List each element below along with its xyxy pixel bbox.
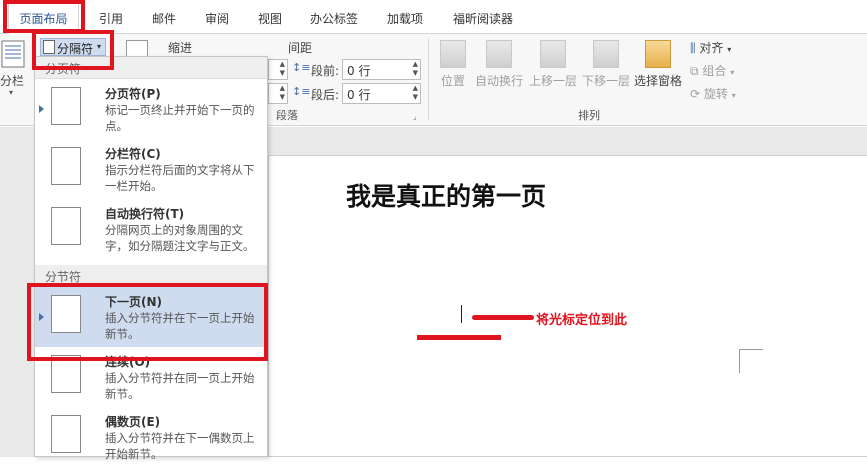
- menu-item-desc: 指示分栏符后面的文字将从下一栏开始。: [105, 163, 255, 193]
- tab-foxit-reader[interactable]: 福昕阅读器: [453, 10, 513, 27]
- text-wrapping-icon: [51, 207, 81, 245]
- breaks-dropdown: 分页符 分页符(P) 标记一页终止并开始下一页的点。 分栏符(C) 指示分栏符后…: [34, 56, 268, 461]
- menu-item-text-wrapping[interactable]: 自动换行符(T) 分隔网页上的对象周围的文字，如分隔题注文字与正文。: [35, 199, 267, 259]
- align-icon: ⫼: [690, 41, 696, 55]
- rotate-button[interactable]: ⟳ 旋转 ▾: [690, 85, 736, 102]
- spinner-arrows-icon[interactable]: ▲ ▼: [413, 84, 418, 102]
- spinner-arrows-icon[interactable]: ▲ ▼: [413, 60, 418, 78]
- menu-item-title: 自动换行符(T): [105, 207, 185, 221]
- arrange-group-label: 排列: [578, 109, 600, 122]
- bring-forward-label: 上移一层: [528, 74, 577, 88]
- selection-pane-label: 选择窗格: [633, 74, 682, 88]
- column-break-icon: [51, 147, 81, 185]
- selection-pane-icon: [645, 40, 671, 68]
- rotate-icon: ⟳: [690, 87, 701, 101]
- space-before-label: 段前:: [311, 64, 340, 78]
- text-cursor: [461, 305, 462, 323]
- columns-button[interactable]: 分栏 ▾: [0, 38, 28, 102]
- menu-item-column-break[interactable]: 分栏符(C) 指示分栏符后面的文字将从下一栏开始。: [35, 139, 267, 199]
- menu-item-desc: 标记一页终止并开始下一页的点。: [105, 103, 255, 133]
- send-backward-label: 下移一层: [581, 74, 630, 88]
- annotation-box-tab: [3, 0, 85, 33]
- position-label: 位置: [440, 74, 465, 88]
- tab-office-tab[interactable]: 办公标签: [310, 10, 358, 27]
- tab-references[interactable]: 引用: [99, 10, 123, 27]
- tab-addins[interactable]: 加载项: [387, 10, 423, 27]
- tab-mailings[interactable]: 邮件: [152, 10, 176, 27]
- selection-pane-button[interactable]: 选择窗格: [633, 40, 683, 89]
- columns-icon: [1, 40, 25, 68]
- selected-marker-icon: [39, 105, 44, 113]
- paragraph-group-label: 段落: [276, 109, 298, 122]
- tab-view[interactable]: 视图: [258, 10, 282, 27]
- space-after-field[interactable]: 0 行 ▲ ▼: [342, 83, 421, 104]
- menu-item-page-break[interactable]: 分页符(P) 标记一页终止并开始下一页的点。: [35, 79, 267, 139]
- annotation-text: 将光标定位到此: [536, 313, 628, 328]
- chevron-down-icon: ▾: [731, 91, 736, 100]
- annotation-arrow: [472, 315, 534, 320]
- menu-item-desc: 插入分节符并在下一偶数页上开始新节。: [105, 431, 255, 461]
- group-label: 组合: [702, 64, 727, 78]
- spacing-label: 间距: [288, 41, 313, 55]
- space-before-value: 0 行: [347, 64, 371, 78]
- indent-label: 缩进: [168, 41, 193, 55]
- chevron-down-icon: ▾: [9, 88, 14, 97]
- chevron-down-icon: ▾: [730, 68, 735, 77]
- menu-item-desc: 分隔网页上的对象周围的文字，如分隔题注文字与正文。: [105, 223, 255, 253]
- space-after-label: 段后:: [311, 88, 340, 102]
- ribbon-tab-bar: 页面布局 引用 邮件 审阅 视图 办公标签 加载项 福昕阅读器: [0, 0, 867, 35]
- tab-review[interactable]: 审阅: [205, 10, 229, 27]
- bring-forward-icon: [540, 40, 566, 68]
- space-before-field[interactable]: 0 行 ▲ ▼: [342, 59, 421, 80]
- space-after-icon: ↕≡: [292, 85, 311, 98]
- space-after-value: 0 行: [347, 88, 371, 102]
- annotation-box-breaks: [32, 30, 114, 70]
- rotate-label: 旋转: [703, 87, 728, 101]
- wrap-text-button[interactable]: 自动换行: [474, 40, 524, 89]
- group-icon: ⧉: [690, 64, 699, 78]
- wrap-text-icon: [486, 40, 512, 68]
- send-backward-icon: [593, 40, 619, 68]
- send-backward-button[interactable]: 下移一层: [581, 40, 631, 89]
- indent-left-field[interactable]: ▲ ▼: [268, 59, 288, 80]
- space-before-icon: ↕≡: [292, 61, 311, 74]
- wrap-text-label: 自动换行: [474, 74, 523, 88]
- bring-forward-button[interactable]: 上移一层: [528, 40, 578, 89]
- document-heading[interactable]: 我是真正的第一页: [346, 177, 546, 213]
- menu-item-even-page[interactable]: 偶数页(E) 插入分节符并在下一偶数页上开始新节。: [35, 407, 267, 467]
- indent-right-field[interactable]: ▲ ▼: [268, 83, 288, 104]
- annotation-box-next-page: [27, 283, 268, 361]
- menu-item-desc: 插入分节符并在同一页上开始新节。: [105, 371, 255, 401]
- annotation-underline: [417, 335, 501, 340]
- menu-item-title: 分页符(P): [105, 87, 161, 101]
- group-divider: [428, 38, 429, 120]
- menu-item-title: 分栏符(C): [105, 147, 161, 161]
- position-icon: [440, 40, 466, 68]
- dialog-launcher-icon[interactable]: ⌟: [413, 112, 417, 121]
- chevron-down-icon: ▾: [727, 45, 732, 54]
- page-corner-mark: [739, 349, 763, 373]
- align-label: 对齐: [699, 41, 724, 55]
- group-button[interactable]: ⧉ 组合 ▾: [690, 62, 734, 79]
- menu-item-title: 偶数页(E): [105, 415, 161, 429]
- page-break-icon: [51, 87, 81, 125]
- align-button[interactable]: ⫼ 对齐 ▾: [690, 39, 731, 56]
- columns-label: 分栏: [0, 74, 25, 88]
- position-button[interactable]: 位置: [436, 40, 470, 89]
- even-page-icon: [51, 415, 81, 453]
